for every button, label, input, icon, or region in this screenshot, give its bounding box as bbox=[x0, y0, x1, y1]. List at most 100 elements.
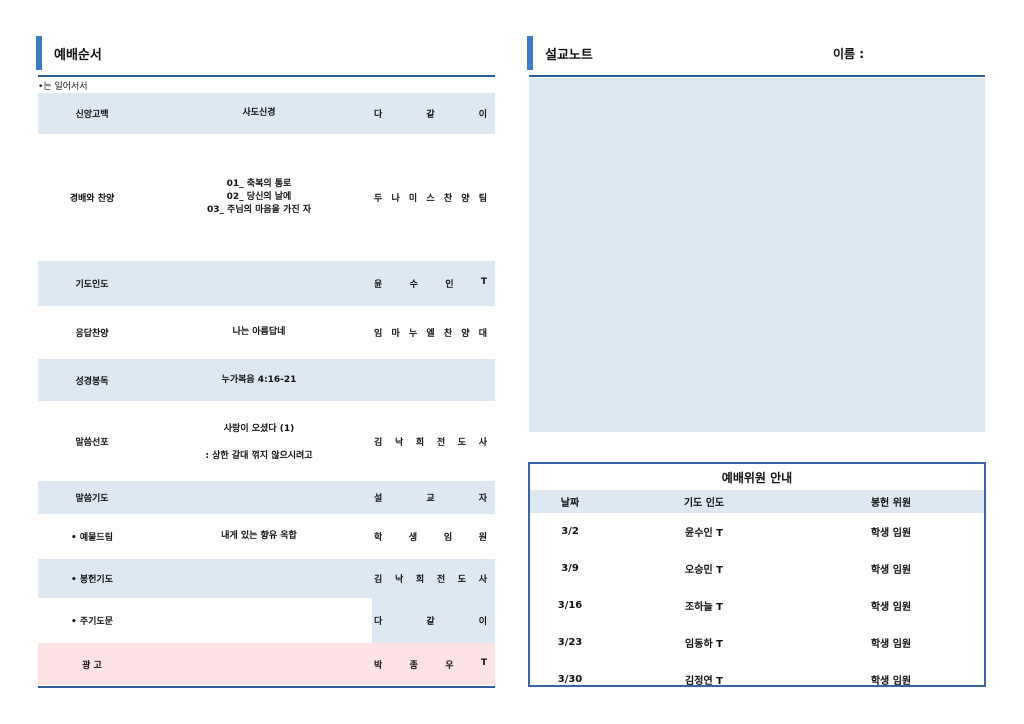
name-label: 이름 : bbox=[833, 47, 865, 61]
order-item-leader: 두나미스찬양팀 bbox=[372, 134, 495, 261]
staff-header-prayer: 기도 인도 bbox=[610, 490, 798, 513]
order-item-leader: 다같이 bbox=[372, 93, 495, 134]
leader-char: 도 bbox=[457, 575, 467, 585]
table-row: 3/9 오승민 T 학생 임원 bbox=[530, 550, 984, 587]
order-item-text: 01_ 축복의 통로 bbox=[226, 179, 292, 189]
order-item-label: • 주기도문 bbox=[38, 598, 146, 643]
order-item-leader: 설교자 bbox=[372, 481, 495, 514]
staff-prayer-leader: 조하늘 T bbox=[685, 602, 723, 613]
sermon-notes-area[interactable] bbox=[529, 78, 985, 432]
staff-offering: 학생 임원 bbox=[870, 565, 912, 576]
leader-char: 팀 bbox=[478, 194, 487, 204]
table-row: • 봉헌기도 김 낙 희 전 도 사 bbox=[38, 559, 495, 598]
order-item-label: 말씀선포 bbox=[75, 437, 109, 448]
order-item-content bbox=[146, 559, 372, 598]
leader-char: 같 bbox=[426, 110, 435, 120]
leader-char: 다 bbox=[374, 617, 383, 627]
staff-prayer-leader: 김정연 T bbox=[685, 676, 723, 687]
order-item-content: 사도신경 bbox=[146, 93, 372, 134]
order-item-content bbox=[146, 643, 372, 685]
leader-char: 원 bbox=[478, 533, 487, 543]
table-row: 신앙고백 사도신경 다 같 이 bbox=[38, 93, 495, 134]
order-item-label: • 예물드림 bbox=[70, 533, 113, 543]
staff-date: 3/23 bbox=[557, 637, 583, 648]
leader-char: 이 bbox=[478, 617, 487, 627]
leader-char: 낙 bbox=[394, 575, 404, 585]
order-item-label: 응답찬양 bbox=[75, 329, 109, 339]
leader-char: 낙 bbox=[394, 437, 404, 448]
order-item-label: • 봉헌기도 bbox=[38, 559, 146, 598]
table-row: 3/2 윤수인 T 학생 임원 bbox=[530, 513, 984, 550]
table-row: 광 고박종우T bbox=[38, 643, 495, 685]
table-row: 말씀기도 설 교 자 bbox=[38, 481, 495, 514]
worship-order-table: 신앙고백 사도신경 다 같 이 경배와 찬양 01_ 축복의 통로 02_ 당신의 날에 03_… bbox=[38, 93, 495, 685]
staff-date: 3/9 bbox=[561, 563, 579, 574]
order-item-leader: 윤수인T bbox=[372, 261, 495, 306]
table-row: 기도인도 윤 수 인 T bbox=[38, 261, 495, 306]
leader-char: 찬 bbox=[443, 194, 453, 204]
leader-char: 같 bbox=[426, 617, 435, 627]
leader-char: T bbox=[480, 657, 487, 668]
leader-char: 찬 bbox=[443, 329, 453, 339]
staff-header-row: 날짜 기도 인도 봉헌 위원 bbox=[530, 490, 984, 513]
leader-char: 박 bbox=[374, 660, 383, 671]
leader-char: 양 bbox=[461, 329, 470, 339]
order-item-text: 내게 있는 향유 옥합 bbox=[221, 531, 297, 541]
leader-char: 전 bbox=[436, 437, 446, 448]
staff-title: 예배위원 안내 bbox=[721, 470, 793, 485]
leader-char: 김 bbox=[374, 437, 383, 448]
order-item-label: 광 고 bbox=[38, 643, 146, 685]
order-item-leader: 김낙희전도사 bbox=[372, 559, 495, 598]
order-bottom-rule bbox=[38, 686, 495, 688]
order-item-text: 03_ 주님의 마음을 가진 자 bbox=[206, 205, 312, 215]
leader-char: T bbox=[480, 277, 487, 287]
table-row: • 예물드림 내게 있는 향유 옥합 학 생 임 원 bbox=[38, 514, 495, 559]
leader-char: 스 bbox=[426, 194, 435, 204]
order-item-content bbox=[146, 261, 372, 306]
order-item-label: 말씀기도 bbox=[38, 481, 146, 514]
notes-rule bbox=[529, 75, 985, 77]
order-item-text: 나는 아름답네 bbox=[232, 327, 286, 337]
leader-char: 양 bbox=[461, 194, 470, 204]
notes-header: 설교노트 bbox=[527, 36, 593, 70]
order-item-text: 누가복음 4:16-21 bbox=[221, 374, 297, 385]
leader-char: 미 bbox=[408, 194, 418, 204]
leader-char: 이 bbox=[478, 110, 487, 120]
leader-char: 전 bbox=[436, 575, 446, 585]
staff-offering: 학생 임원 bbox=[870, 639, 912, 650]
table-row: 성경봉독 누가복음 4:16-21 bbox=[38, 359, 495, 401]
order-item-label: 신앙고백 bbox=[38, 93, 146, 134]
table-row: 말씀선포 사랑이 오셨다 (1): 상한 갈대 꺾지 않으시려고 김 낙 희 전 도 사 bbox=[38, 401, 495, 481]
staff-offering: 학생 임원 bbox=[870, 528, 912, 539]
notes-title: 설교노트 bbox=[545, 47, 593, 63]
leader-char: 수 bbox=[409, 280, 418, 290]
order-item-content: 내게 있는 향유 옥합 bbox=[146, 514, 372, 559]
table-row: 3/16 조하늘 T 학생 임원 bbox=[530, 587, 984, 624]
table-row: 3/30 김정연 T 학생 임원 bbox=[530, 661, 984, 698]
staff-header-date: 날짜 bbox=[530, 490, 610, 513]
staff-header-offering: 봉헌 위원 bbox=[798, 490, 984, 513]
order-item-leader bbox=[372, 359, 495, 401]
leader-char: 임 bbox=[374, 329, 383, 339]
order-rule bbox=[38, 75, 495, 77]
worship-staff-box: 예배위원 안내 날짜 기도 인도 봉헌 위원 3/2 윤수인 T 학생 임원 3… bbox=[528, 462, 986, 687]
order-item-leader: 학생임원 bbox=[372, 514, 495, 559]
leader-char: 학 bbox=[374, 533, 383, 543]
order-item-text: : 상한 갈대 꺾지 않으시려고 bbox=[205, 451, 313, 461]
order-title: 예배순서 bbox=[54, 47, 102, 63]
leader-char: 종 bbox=[409, 660, 418, 671]
staff-date: 3/16 bbox=[557, 600, 583, 611]
staff-table: 날짜 기도 인도 봉헌 위원 3/2 윤수인 T 학생 임원 3/9 오승민 T… bbox=[530, 490, 984, 698]
accent-bar bbox=[36, 36, 42, 70]
staff-date: 3/30 bbox=[557, 674, 583, 685]
staff-offering: 학생 임원 bbox=[870, 676, 912, 687]
order-header: 예배순서 bbox=[36, 36, 102, 70]
leader-char: 누 bbox=[408, 329, 418, 339]
staff-offering: 학생 임원 bbox=[870, 602, 912, 613]
staff-date: 3/2 bbox=[561, 526, 579, 537]
leader-char: 사 bbox=[478, 437, 487, 448]
leader-char: 김 bbox=[374, 575, 383, 585]
staff-prayer-leader: 오승민 T bbox=[685, 565, 723, 576]
leader-char: 생 bbox=[408, 533, 418, 543]
leader-char: 두 bbox=[374, 194, 383, 204]
